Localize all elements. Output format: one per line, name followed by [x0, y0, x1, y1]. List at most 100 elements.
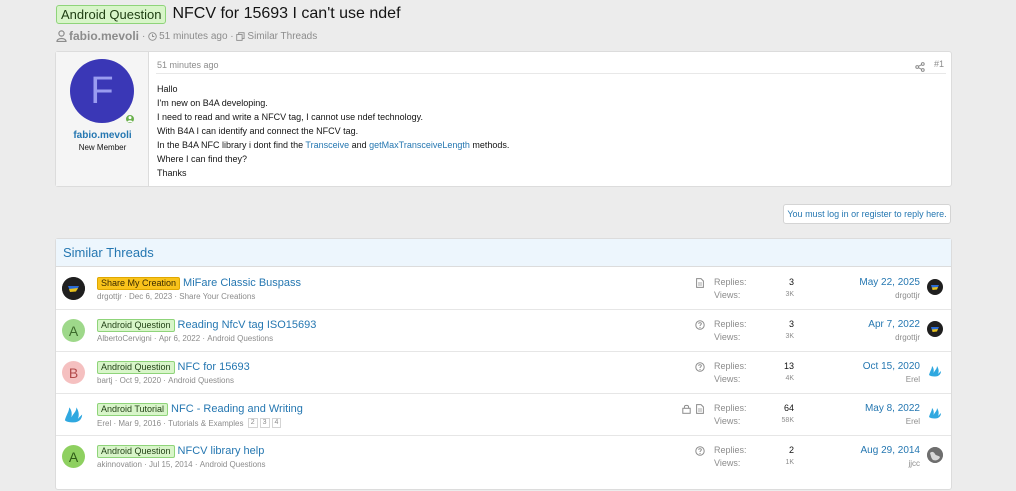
- row-thread-title[interactable]: Reading NfcV tag ISO15693: [178, 319, 317, 331]
- copy-icon: [236, 31, 245, 41]
- views-label: Views:: [714, 332, 741, 342]
- last-post-date[interactable]: May 8, 2022: [865, 403, 920, 414]
- row-forum[interactable]: Tutorials & Examples: [168, 419, 243, 428]
- row-forum[interactable]: Android Questions: [200, 460, 266, 469]
- page-title: NFCV for 15693 I can't use ndef: [172, 5, 401, 22]
- post-line: Thanks: [157, 168, 187, 178]
- avatar[interactable]: [927, 363, 943, 379]
- row-title-line: Android Question Reading NfcV tag ISO156…: [97, 318, 316, 332]
- replies-count: 3: [788, 277, 794, 287]
- b4x-flame-icon: [929, 408, 941, 419]
- row-title-line: Android Question NFC for 15693: [97, 360, 250, 374]
- thread-author-link[interactable]: fabio.mevoli: [69, 29, 139, 43]
- row-date[interactable]: Mar 9, 2016: [118, 419, 161, 428]
- post-line: Hallo: [157, 84, 178, 94]
- login-register-button[interactable]: You must log in or register to reply her…: [783, 204, 951, 224]
- thread-meta: fabio.mevoli · 51 minutes ago · Similar …: [56, 29, 317, 43]
- last-post-user[interactable]: drgottjr: [895, 291, 920, 300]
- views-label: Views:: [714, 290, 741, 300]
- replies-count: 2: [788, 445, 794, 455]
- row-thread-title[interactable]: NFC for 15693: [178, 361, 250, 373]
- row-date[interactable]: Dec 6, 2023: [129, 292, 172, 301]
- row-thread-title[interactable]: MiFare Classic Buspass: [183, 277, 301, 289]
- similar-thread-row[interactable]: Android Tutorial NFC - Reading and Writi…: [56, 394, 951, 436]
- row-date[interactable]: Jul 15, 2014: [149, 460, 193, 469]
- row-author[interactable]: bartj: [97, 376, 113, 385]
- b4x-flame-icon: [931, 327, 939, 332]
- similar-thread-row[interactable]: Share My Creation MiFare Classic Buspass…: [56, 268, 951, 310]
- similar-threads-link[interactable]: Similar Threads: [247, 31, 317, 42]
- row-forum[interactable]: Android Questions: [207, 334, 273, 343]
- row-date[interactable]: Apr 6, 2022: [159, 334, 200, 343]
- row-prefix-label[interactable]: Android Question: [97, 444, 175, 458]
- views-label: Views:: [714, 458, 741, 468]
- last-post-user[interactable]: Erel: [906, 417, 920, 426]
- avatar[interactable]: [62, 403, 85, 426]
- avatar[interactable]: [927, 321, 943, 337]
- avatar[interactable]: [927, 279, 943, 295]
- similar-thread-row[interactable]: B Android Question NFC for 15693 bartj ·…: [56, 352, 951, 394]
- row-thread-title[interactable]: NFC - Reading and Writing: [171, 403, 303, 415]
- post-text: methods.: [469, 140, 510, 150]
- similar-thread-row[interactable]: A Android Question NFCV library help aki…: [56, 436, 951, 478]
- avatar[interactable]: [927, 405, 943, 421]
- post-date[interactable]: 51 minutes ago: [157, 60, 219, 70]
- row-forum[interactable]: Share Your Creations: [179, 292, 255, 301]
- last-post-date[interactable]: May 22, 2025: [859, 277, 920, 288]
- replies-label: Replies:: [714, 319, 747, 329]
- avatar[interactable]: F: [70, 59, 134, 123]
- last-post-date[interactable]: Aug 29, 2014: [861, 445, 921, 456]
- avatar[interactable]: [62, 277, 85, 300]
- post-username[interactable]: fabio.mevoli: [56, 130, 149, 141]
- views-count: 3K: [785, 291, 794, 298]
- row-thread-title[interactable]: NFCV library help: [178, 445, 265, 457]
- row-prefix-label[interactable]: Share My Creation: [97, 276, 181, 290]
- b4x-flame-icon: [929, 366, 941, 377]
- question-icon: [695, 319, 705, 330]
- last-post-user[interactable]: drgottjr: [895, 333, 920, 342]
- row-forum[interactable]: Android Questions: [168, 376, 234, 385]
- avatar[interactable]: A: [62, 445, 85, 468]
- row-author[interactable]: Erel: [97, 419, 111, 428]
- replies-count: 3: [788, 319, 794, 329]
- page-link[interactable]: 4: [271, 418, 282, 428]
- row-prefix-label[interactable]: Android Tutorial: [97, 402, 169, 416]
- thread-time[interactable]: 51 minutes ago: [159, 31, 227, 42]
- views-count: 58K: [781, 417, 794, 424]
- row-prefix-label[interactable]: Android Question: [97, 318, 175, 332]
- document-icon: [696, 403, 704, 414]
- page-link[interactable]: 3: [259, 418, 270, 428]
- get-max-transceive-length-link[interactable]: getMaxTransceiveLength: [369, 140, 470, 150]
- question-icon: [695, 361, 705, 372]
- replies-count: 64: [783, 403, 794, 413]
- thread-prefix-label[interactable]: Android Question: [56, 4, 167, 24]
- views-count: 1K: [785, 459, 794, 466]
- similar-threads-block: Similar Threads Share My Creation MiFare…: [55, 238, 952, 490]
- transceive-link[interactable]: Transceive: [305, 140, 349, 150]
- row-author[interactable]: drgottjr: [97, 292, 122, 301]
- row-prefix-label[interactable]: Android Question: [97, 360, 175, 374]
- clock-icon: [148, 31, 157, 41]
- post-line: I need to read and write a NFCV tag, I c…: [157, 112, 423, 122]
- similar-thread-row[interactable]: A Android Question Reading NfcV tag ISO1…: [56, 310, 951, 352]
- row-author[interactable]: akinnovation: [97, 460, 142, 469]
- views-label: Views:: [714, 374, 741, 384]
- last-post-date[interactable]: Apr 7, 2022: [868, 319, 920, 330]
- last-post-user[interactable]: jjcc: [908, 459, 920, 468]
- question-icon: [695, 445, 705, 456]
- row-author[interactable]: AlbertoCervigni: [97, 334, 152, 343]
- post-body: Hallo I'm new on B4A developing. I need …: [157, 82, 509, 180]
- row-meta: AlbertoCervigni · Apr 6, 2022 · Android …: [97, 334, 274, 343]
- post-user-panel: F fabio.mevoli New Member: [56, 52, 149, 186]
- page-link[interactable]: 2: [247, 418, 258, 428]
- share-icon[interactable]: [915, 59, 925, 77]
- similar-threads-heading: Similar Threads: [56, 239, 951, 267]
- avatar[interactable]: [927, 447, 943, 463]
- last-post-user[interactable]: Erel: [906, 375, 920, 384]
- row-date[interactable]: Oct 9, 2020: [120, 376, 161, 385]
- last-post-date[interactable]: Oct 15, 2020: [863, 361, 920, 372]
- replies-label: Replies:: [714, 277, 747, 287]
- post-number[interactable]: #1: [934, 59, 944, 69]
- avatar[interactable]: B: [62, 361, 85, 384]
- avatar[interactable]: A: [62, 319, 85, 342]
